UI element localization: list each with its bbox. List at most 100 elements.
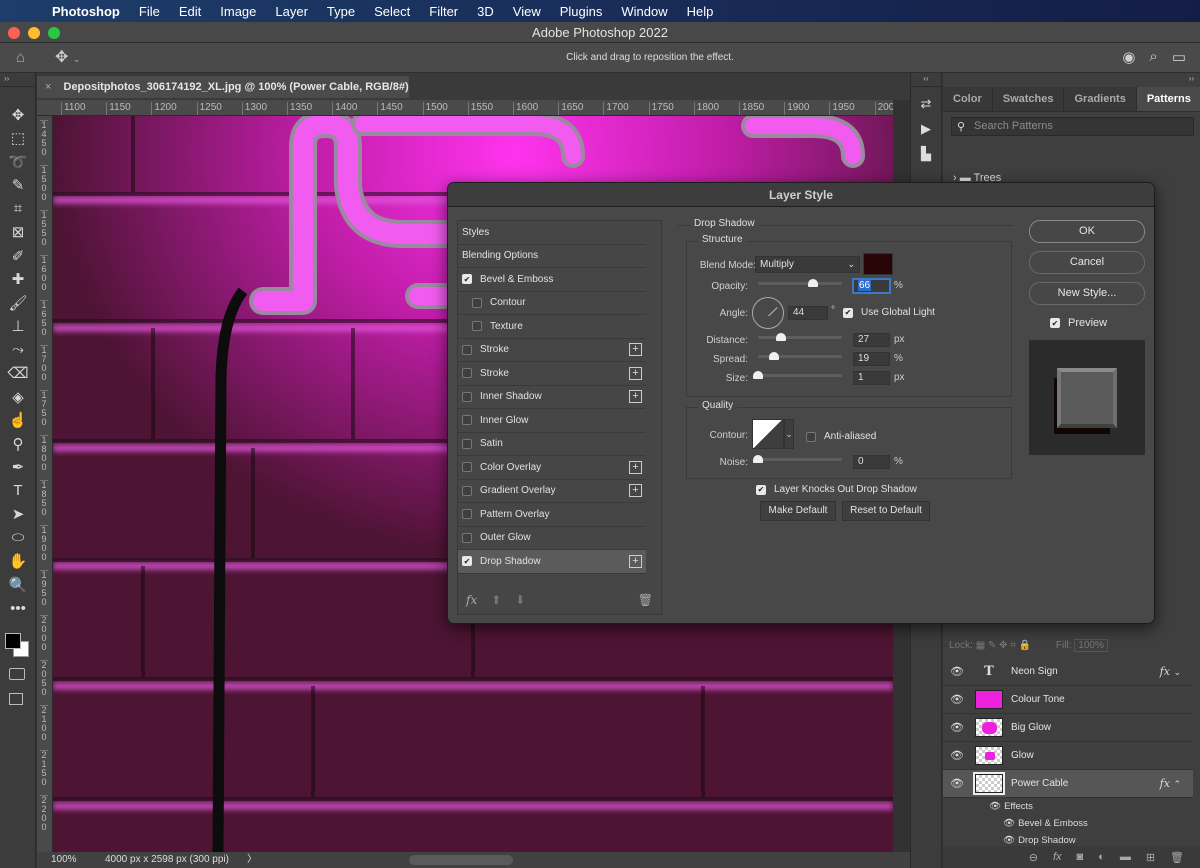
lock-all-icon[interactable]: 🔒 xyxy=(1019,640,1031,651)
search-icon[interactable]: ⌕ xyxy=(1149,48,1157,66)
contour-dropdown-chevron-icon[interactable]: ⌄ xyxy=(784,419,794,449)
preview-checkbox[interactable]: ✔ Preview xyxy=(1050,317,1107,329)
checkbox-unchecked-icon[interactable] xyxy=(462,485,472,496)
minimize-window-button[interactable] xyxy=(28,27,40,39)
zoom-level[interactable]: 100% xyxy=(51,852,77,868)
style-item-drop-shadow[interactable]: ✔ Drop Shadow + xyxy=(458,550,646,574)
dock-collapse-button[interactable]: ‹‹ xyxy=(911,73,941,87)
add-layer-style-icon[interactable]: fx xyxy=(1053,851,1062,863)
healing-brush-tool-icon[interactable]: ✚ xyxy=(0,268,36,292)
size-slider[interactable] xyxy=(753,371,842,379)
angle-input[interactable]: 44 xyxy=(788,306,828,320)
quick-mask-icon[interactable] xyxy=(9,668,25,680)
add-instance-plus-icon[interactable]: + xyxy=(629,390,642,404)
style-item-outer-glow[interactable]: Outer Glow xyxy=(458,527,646,550)
knockout-checkbox[interactable]: ✔ Layer Knocks Out Drop Shadow xyxy=(756,484,917,495)
checkbox-unchecked-icon[interactable] xyxy=(472,297,482,308)
anti-aliased-checkbox[interactable]: Anti-aliased xyxy=(806,431,876,442)
style-item-contour[interactable]: Contour xyxy=(458,292,646,315)
menu-file[interactable]: File xyxy=(139,4,160,19)
brush-tool-icon[interactable]: 🖌 xyxy=(0,291,36,315)
zoom-window-button[interactable] xyxy=(48,27,60,39)
use-global-light-checkbox[interactable]: ✔ Use Global Light xyxy=(843,307,935,318)
move-tool-icon[interactable]: ✥ xyxy=(0,103,36,127)
tab-patterns[interactable]: Patterns xyxy=(1136,87,1200,111)
spread-slider[interactable] xyxy=(758,352,842,360)
visibility-eye-icon[interactable]: 👁 xyxy=(943,749,971,762)
reset-to-default-button[interactable]: Reset to Default xyxy=(842,501,930,521)
menu-select[interactable]: Select xyxy=(374,4,410,19)
style-item-inner-glow[interactable]: Inner Glow xyxy=(458,409,646,433)
delete-layer-icon[interactable]: 🗑 xyxy=(1170,851,1184,864)
right-panel-collapse[interactable]: ›› xyxy=(943,73,1200,87)
add-instance-plus-icon[interactable]: + xyxy=(629,460,642,474)
hand-tool-icon[interactable]: ✋ xyxy=(0,550,36,574)
menu-plugins[interactable]: Plugins xyxy=(560,4,603,19)
layer-row[interactable]: 👁 Colour Tone xyxy=(943,686,1193,714)
add-instance-plus-icon[interactable]: + xyxy=(629,484,642,498)
ellipse-tool-icon[interactable]: ⬭ xyxy=(0,526,36,550)
layer-row[interactable]: 👁 T Neon Sign fx ⌄ xyxy=(943,658,1193,686)
paint-bucket-tool-icon[interactable]: ◈ xyxy=(0,385,36,409)
layer-fx-icon[interactable]: fx ⌄ xyxy=(1160,665,1181,678)
style-item-stroke[interactable]: Stroke + xyxy=(458,362,646,386)
visibility-eye-icon[interactable]: 👁 xyxy=(943,693,971,706)
shadow-color-swatch[interactable] xyxy=(863,253,893,275)
menu-view[interactable]: View xyxy=(513,4,541,19)
document-tab[interactable]: × Depositphotos_306174192_XL.jpg @ 100% … xyxy=(37,76,409,115)
style-item-satin[interactable]: Satin xyxy=(458,433,646,456)
checkbox-unchecked-icon[interactable] xyxy=(462,462,472,473)
lock-transparent-icon[interactable]: ▦ xyxy=(976,640,985,651)
horizontal-scrollbar[interactable] xyxy=(409,855,513,865)
tab-swatches[interactable]: Swatches xyxy=(993,87,1065,111)
lasso-tool-icon[interactable]: ➰ xyxy=(0,150,36,174)
dodge-tool-icon[interactable]: ⚲ xyxy=(0,432,36,456)
history-brush-tool-icon[interactable]: ⤳ xyxy=(0,338,36,362)
layer-row-selected[interactable]: 👁 Power Cable fx ⌃ xyxy=(943,770,1193,798)
status-menu-arrow[interactable]: 〉 xyxy=(247,852,257,868)
visibility-eye-icon[interactable]: 👁 xyxy=(943,665,971,678)
fx-menu-icon[interactable]: fx xyxy=(466,593,477,607)
visibility-eye-icon[interactable]: 👁 xyxy=(1003,835,1015,846)
adjustment-layer-icon[interactable]: ◐ xyxy=(1098,851,1105,863)
discover-icon[interactable]: ◉ xyxy=(1122,48,1135,66)
checkbox-checked-icon[interactable]: ✔ xyxy=(462,556,472,567)
move-down-icon[interactable]: ⬇ xyxy=(515,593,525,607)
contour-picker[interactable] xyxy=(752,419,784,449)
layer-fx-icon[interactable]: fx ⌃ xyxy=(1160,777,1181,790)
checkbox-unchecked-icon[interactable] xyxy=(462,415,472,426)
checkbox-checked-icon[interactable]: ✔ xyxy=(462,274,472,285)
new-layer-icon[interactable]: ⊞ xyxy=(1146,851,1155,864)
plugins-panel-icon[interactable]: ▙ xyxy=(911,141,941,166)
add-mask-icon[interactable]: ◙ xyxy=(1077,851,1084,863)
tab-color[interactable]: Color xyxy=(943,87,993,111)
close-window-button[interactable] xyxy=(8,27,20,39)
add-instance-plus-icon[interactable]: + xyxy=(629,343,642,357)
size-input[interactable]: 1 xyxy=(853,371,890,385)
style-item-color-overlay[interactable]: Color Overlay + xyxy=(458,456,646,480)
more-tools-icon[interactable]: ••• xyxy=(0,597,36,621)
search-patterns-input[interactable]: ⚲ Search Patterns xyxy=(951,117,1194,136)
menu-edit[interactable]: Edit xyxy=(179,4,201,19)
history-panel-icon[interactable]: ⇄ xyxy=(911,91,941,116)
style-item-bevel-emboss[interactable]: ✔ Bevel & Emboss xyxy=(458,268,646,292)
checkbox-unchecked-icon[interactable] xyxy=(462,438,472,449)
actions-panel-icon[interactable]: ▶ xyxy=(911,116,941,141)
menu-image[interactable]: Image xyxy=(220,4,256,19)
noise-input[interactable]: 0 xyxy=(853,455,890,469)
style-item-stroke[interactable]: Stroke + xyxy=(458,339,646,362)
menu-layer[interactable]: Layer xyxy=(275,4,308,19)
foreground-color-swatch[interactable] xyxy=(5,633,21,649)
lock-position-icon[interactable]: ✥ xyxy=(999,640,1007,651)
clone-stamp-tool-icon[interactable]: ⊥ xyxy=(0,315,36,339)
menu-filter[interactable]: Filter xyxy=(429,4,458,19)
style-item-texture[interactable]: Texture xyxy=(458,315,646,339)
distance-input[interactable]: 27 xyxy=(853,333,890,347)
lock-artboard-icon[interactable]: ⌗ xyxy=(1010,640,1016,651)
tab-gradients[interactable]: Gradients xyxy=(1064,87,1137,111)
new-group-icon[interactable]: ▬ xyxy=(1120,851,1131,863)
effects-row[interactable]: 👁 Effects xyxy=(943,798,1193,815)
checkbox-unchecked-icon[interactable] xyxy=(472,321,482,332)
make-default-button[interactable]: Make Default xyxy=(760,501,836,521)
style-item-pattern-overlay[interactable]: Pattern Overlay xyxy=(458,503,646,527)
